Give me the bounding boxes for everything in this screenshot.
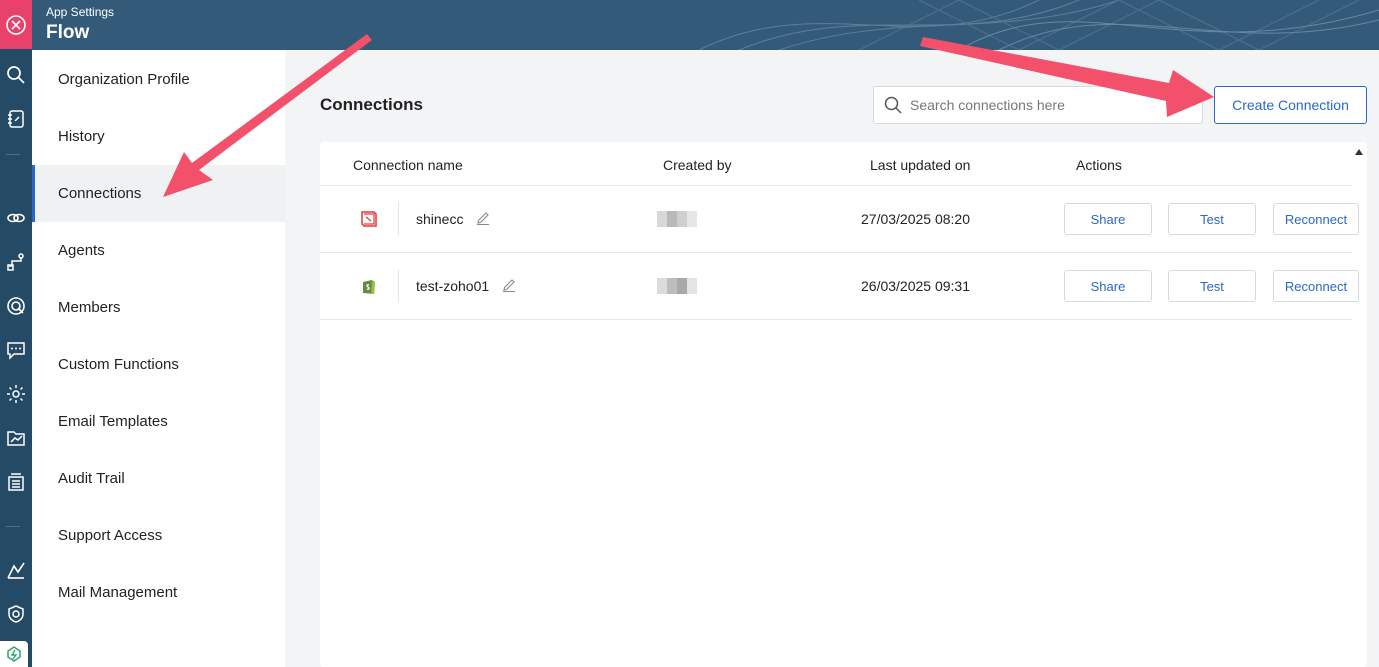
close-icon bbox=[6, 14, 26, 35]
rail-link-button[interactable] bbox=[0, 204, 32, 232]
creator-avatar-blurred bbox=[657, 278, 697, 294]
shield-icon bbox=[8, 605, 24, 623]
flow-logo-icon bbox=[7, 646, 21, 662]
edit-pencil-icon[interactable] bbox=[475, 210, 491, 226]
search-box bbox=[873, 86, 1203, 124]
scroll-up-arrow[interactable] bbox=[1355, 149, 1363, 155]
nav-item-members[interactable]: Members bbox=[32, 279, 285, 336]
icon-rail bbox=[0, 0, 32, 667]
search-input[interactable] bbox=[910, 97, 1190, 113]
connection-name: test-zoho01 bbox=[416, 278, 490, 294]
book-icon bbox=[358, 208, 380, 230]
rail-shield-button[interactable] bbox=[0, 600, 32, 628]
nav-item-mail-management[interactable]: Mail Management bbox=[32, 564, 285, 621]
share-button[interactable]: Share bbox=[1064, 203, 1152, 235]
nav-item-audit-trail[interactable]: Audit Trail bbox=[32, 450, 285, 507]
rail-gear-button[interactable] bbox=[0, 380, 32, 408]
app-header: App Settings Flow bbox=[32, 0, 1379, 50]
close-button[interactable] bbox=[0, 0, 32, 49]
flow-logo-button[interactable] bbox=[0, 641, 28, 667]
rail-radar-button[interactable] bbox=[0, 292, 32, 320]
test-button[interactable]: Test bbox=[1168, 270, 1256, 302]
nav-item-email-templates[interactable]: Email Templates bbox=[32, 393, 285, 450]
edit-pencil-icon[interactable] bbox=[501, 277, 517, 293]
page-title: Flow bbox=[46, 22, 90, 43]
folder-chart-icon bbox=[7, 431, 25, 446]
last-updated-date: 27/03/2025 08:20 bbox=[861, 211, 970, 227]
table-row: shinecc 27/03/2025 08:20 Share Test Reco… bbox=[320, 186, 1359, 253]
connections-table: Connection name Created by Last updated … bbox=[320, 142, 1367, 667]
nav-item-agents[interactable]: Agents bbox=[32, 222, 285, 279]
radar-icon bbox=[7, 297, 25, 315]
share-button[interactable]: Share bbox=[1064, 270, 1152, 302]
nav-item-custom-functions[interactable]: Custom Functions bbox=[32, 336, 285, 393]
rail-search-button[interactable] bbox=[0, 61, 32, 89]
section-title: Connections bbox=[320, 95, 423, 114]
rail-route-button[interactable] bbox=[0, 248, 32, 276]
search-icon bbox=[7, 66, 25, 84]
rail-graph-button[interactable] bbox=[0, 556, 32, 584]
reconnect-button[interactable]: Reconnect bbox=[1273, 270, 1359, 302]
column-header-created-by: Created by bbox=[663, 157, 732, 173]
rail-archive-button[interactable] bbox=[0, 468, 32, 496]
last-updated-date: 26/03/2025 09:31 bbox=[861, 278, 970, 294]
rail-folder-chart-button[interactable] bbox=[0, 424, 32, 452]
settings-nav: Organization Profile History Connections… bbox=[32, 50, 285, 667]
notebook-icon bbox=[8, 110, 24, 128]
column-header-last-updated: Last updated on bbox=[870, 157, 971, 173]
search-icon bbox=[884, 96, 902, 114]
gear-icon bbox=[7, 385, 25, 403]
link-icon bbox=[7, 213, 25, 223]
creator-avatar-blurred bbox=[657, 211, 697, 227]
rail-chat-button[interactable] bbox=[0, 336, 32, 364]
rail-notebook-button[interactable] bbox=[0, 105, 32, 133]
table-row: test-zoho01 26/03/2025 09:31 Share Test … bbox=[320, 253, 1359, 320]
header-subtitle: App Settings bbox=[46, 5, 115, 19]
reconnect-button[interactable]: Reconnect bbox=[1273, 203, 1359, 235]
archive-icon bbox=[8, 473, 24, 491]
route-icon bbox=[7, 253, 24, 271]
nav-item-organization-profile[interactable]: Organization Profile bbox=[32, 51, 285, 108]
shopify-icon bbox=[358, 275, 380, 297]
table-header: Connection name Created by Last updated … bbox=[320, 142, 1352, 186]
column-header-connection-name: Connection name bbox=[353, 157, 463, 173]
graph-icon bbox=[7, 562, 25, 579]
connection-name: shinecc bbox=[416, 211, 464, 227]
create-connection-button[interactable]: Create Connection bbox=[1214, 86, 1367, 124]
nav-item-history[interactable]: History bbox=[32, 108, 285, 165]
test-button[interactable]: Test bbox=[1168, 203, 1256, 235]
header-pattern-decoration bbox=[698, 0, 1379, 50]
chat-icon bbox=[7, 342, 25, 360]
nav-item-support-access[interactable]: Support Access bbox=[32, 507, 285, 564]
nav-item-connections[interactable]: Connections bbox=[32, 165, 285, 222]
column-header-actions: Actions bbox=[1076, 157, 1122, 173]
